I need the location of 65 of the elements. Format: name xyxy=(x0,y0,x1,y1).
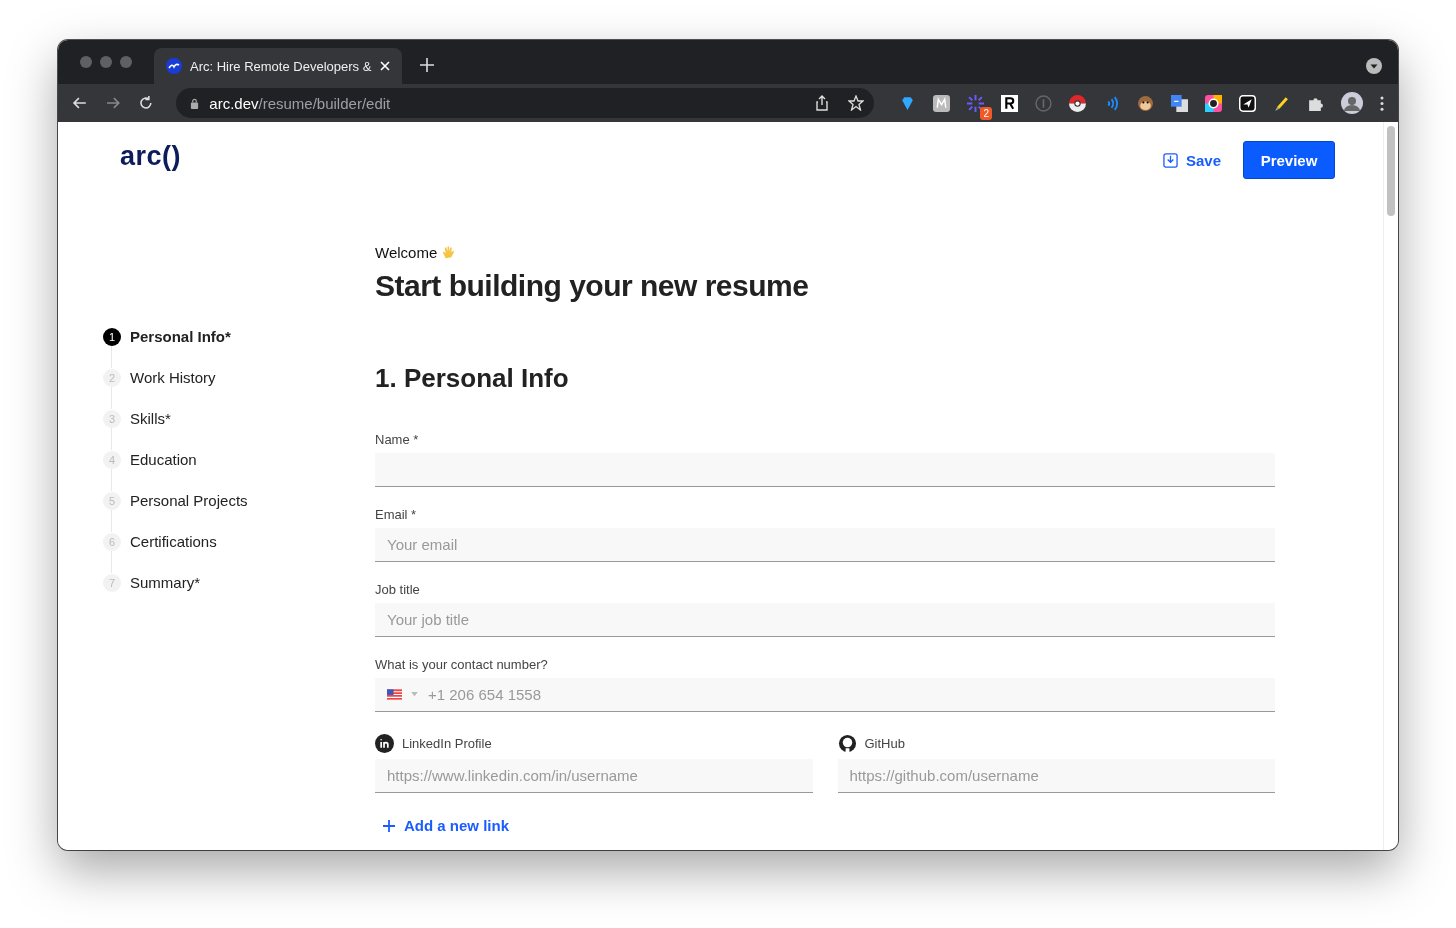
avatar-silhouette-icon[interactable] xyxy=(1341,92,1363,114)
save-button[interactable]: Save xyxy=(1162,151,1221,169)
waving-hand-icon xyxy=(441,245,457,260)
window-minimize-button[interactable] xyxy=(100,56,112,68)
field-label: LinkedIn Profile xyxy=(402,736,492,751)
caret-icon xyxy=(411,692,418,697)
text-input-field[interactable] xyxy=(375,453,1275,487)
star-icon[interactable] xyxy=(848,95,864,111)
color-ring-icon[interactable] xyxy=(1205,94,1222,112)
step-link[interactable]: Certifications xyxy=(130,533,217,550)
sunburst-icon[interactable] xyxy=(967,94,984,112)
paper-plane-icon[interactable] xyxy=(1239,94,1256,112)
add-link-button[interactable]: Add a new link xyxy=(375,813,517,838)
page-title: Start building your new resume xyxy=(375,269,810,303)
field-label: Name * xyxy=(375,432,420,447)
linkedin-icon xyxy=(375,734,394,753)
url-input-field[interactable]: https://github.com/username xyxy=(837,759,1275,793)
bird-logo-icon xyxy=(166,58,182,74)
pokeball-icon[interactable] xyxy=(1069,94,1086,112)
preview-button[interactable]: Preview xyxy=(1243,141,1335,179)
welcome-text: Welcome xyxy=(375,244,438,261)
window-zoom-button[interactable] xyxy=(120,56,132,68)
back-arrow-icon[interactable] xyxy=(72,95,88,111)
new-tab-icon[interactable] xyxy=(420,58,434,72)
save-icon xyxy=(1162,152,1178,168)
text-input-field[interactable]: Your email xyxy=(375,528,1275,562)
flag-icon xyxy=(387,689,402,700)
browser-tab[interactable]: Arc: Hire Remote Developers & xyxy=(154,48,402,84)
url-text: arc.dev/resume/builder/edit xyxy=(209,94,391,112)
step-link[interactable]: Personal Info* xyxy=(130,328,231,345)
share-icon[interactable] xyxy=(814,95,830,111)
letter-r-icon[interactable] xyxy=(1001,94,1018,112)
step-number: 1 xyxy=(103,327,121,346)
step-link[interactable]: Education xyxy=(130,451,197,468)
arc-logo[interactable]: arc() xyxy=(120,140,182,172)
lock-icon xyxy=(190,97,200,109)
field-label: Email * xyxy=(375,507,418,522)
translate-icon[interactable] xyxy=(1171,94,1188,112)
letter-m-icon[interactable] xyxy=(933,94,950,112)
forward-arrow-icon[interactable] xyxy=(104,95,121,111)
scrollbar-thumb[interactable] xyxy=(1387,126,1395,216)
gem-icon[interactable] xyxy=(899,94,916,112)
country-select[interactable] xyxy=(375,678,418,712)
tab-search-icon[interactable] xyxy=(1366,58,1382,74)
more-menu-icon[interactable] xyxy=(1380,95,1384,111)
close-icon[interactable] xyxy=(380,61,390,71)
field-label: Job title xyxy=(375,582,421,597)
url-input-field[interactable]: https://www.linkedin.com/in/username xyxy=(375,759,813,793)
tab-title: Arc: Hire Remote Developers & xyxy=(190,58,372,74)
highlighter-icon[interactable] xyxy=(1273,94,1290,112)
plus-icon xyxy=(383,819,395,832)
text-input-field[interactable]: Your job title xyxy=(375,603,1275,637)
step-link[interactable]: Summary* xyxy=(130,574,200,591)
field-label: What is your contact number? xyxy=(375,657,549,672)
monkey-icon[interactable] xyxy=(1137,94,1154,112)
window-close-button[interactable] xyxy=(80,56,92,68)
field-label: GitHub xyxy=(864,736,905,751)
address-bar[interactable]: arc.dev/resume/builder/edit xyxy=(176,88,874,118)
step-link[interactable]: Skills* xyxy=(130,410,171,427)
notification-badge: 2 xyxy=(980,106,992,120)
reload-icon[interactable] xyxy=(137,95,154,111)
step-link[interactable]: Work History xyxy=(130,369,216,386)
step-link[interactable]: Personal Projects xyxy=(130,492,248,509)
phone-input-field[interactable]: +1 206 654 1558 xyxy=(418,678,1275,712)
section-title: 1. Personal Info xyxy=(375,363,570,394)
